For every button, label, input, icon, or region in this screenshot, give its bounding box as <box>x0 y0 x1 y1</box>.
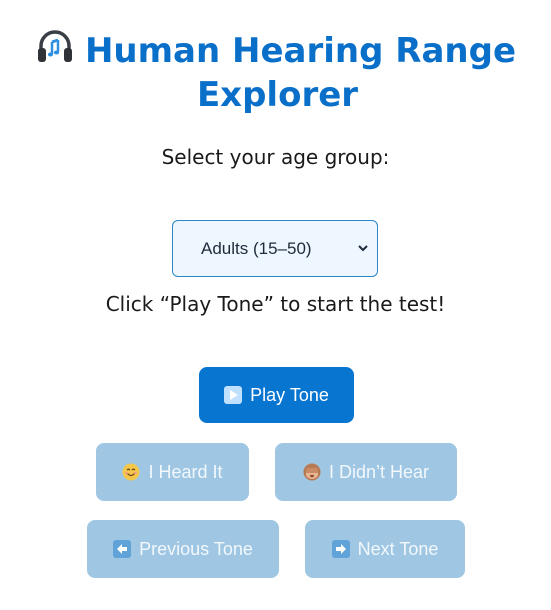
previous-tone-button[interactable]: Previous Tone <box>87 520 279 578</box>
next-tone-button[interactable]: Next Tone <box>305 520 465 578</box>
play-tone-label: Play Tone <box>250 384 329 405</box>
smiling-face-icon <box>122 463 140 481</box>
chevron-down-icon <box>358 245 368 252</box>
age-group-select[interactable]: Adults (15–50) <box>172 220 378 277</box>
next-tone-label: Next Tone <box>357 538 439 559</box>
heard-it-label: I Heard It <box>148 461 223 482</box>
age-group-label: Select your age group: <box>161 145 390 169</box>
didnt-hear-button[interactable]: I Didn’t Hear <box>275 443 457 501</box>
play-tone-button[interactable]: Play Tone <box>199 367 354 423</box>
play-icon <box>224 386 243 404</box>
see-no-evil-monkey-icon <box>303 463 321 481</box>
didnt-hear-label: I Didn’t Hear <box>328 461 430 482</box>
previous-tone-label: Previous Tone <box>139 538 253 559</box>
title-text-line2: Explorer <box>196 75 359 115</box>
headphones-icon <box>35 26 75 66</box>
title-text-line1: Human Hearing Range <box>84 31 517 71</box>
left-arrow-icon <box>113 540 132 558</box>
page-title: Human Hearing Range Explorer <box>0 26 551 117</box>
status-message: Click “Play Tone” to start the test! <box>105 292 446 316</box>
heard-it-button[interactable]: I Heard It <box>96 443 249 501</box>
age-group-selected-value: Adults (15–50) <box>201 239 312 258</box>
right-arrow-icon <box>331 540 350 558</box>
